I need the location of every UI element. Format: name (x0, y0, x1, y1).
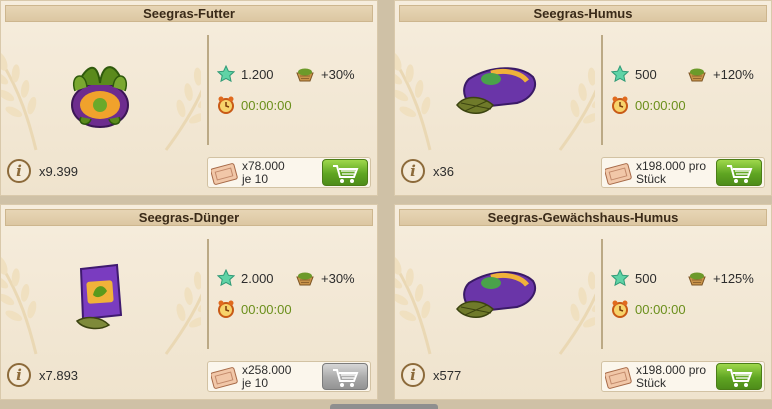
divider (601, 239, 603, 349)
timer-value: 00:00:00 (635, 97, 686, 113)
ticket-icon (211, 366, 239, 390)
basket-icon (688, 68, 706, 82)
card-title: Seegras-Dünger (5, 209, 373, 226)
product-card-seegras-duenger: Seegras-Dünger 2.000 +30% 00:00:00 i x7.… (0, 204, 378, 400)
bonus-value: +125% (713, 270, 754, 286)
star-cost-value: 500 (635, 270, 657, 286)
price-box: x198.000 pro Stück (601, 157, 765, 188)
info: i x577 (401, 363, 461, 387)
bottom-panel-edge (330, 404, 438, 409)
product-card-seegras-gewaechshaus-humus: Seegras-Gewächshaus-Humus 500 +125% 00:0… (394, 204, 772, 400)
basket-icon (296, 68, 314, 82)
timer: 00:00:00 (217, 96, 292, 114)
buy-button[interactable] (716, 363, 762, 390)
bonus: +120% (687, 65, 754, 83)
humus-sack-icon[interactable] (451, 65, 541, 121)
star-icon (217, 269, 235, 286)
card-title: Seegras-Humus (399, 5, 767, 22)
info-icon[interactable]: i (7, 363, 31, 387)
card-title: Seegras-Futter (5, 5, 373, 22)
ticket-icon (605, 366, 633, 390)
bonus: +125% (687, 269, 754, 287)
star-icon (611, 65, 629, 82)
seaweed-pot-icon[interactable] (67, 55, 133, 129)
ticket-icon (605, 162, 633, 186)
bonus: +30% (295, 65, 355, 83)
price-text: x198.000 pro Stück (636, 364, 706, 390)
price-box: x198.000 pro Stück (601, 361, 765, 392)
product-card-seegras-humus: Seegras-Humus 500 +120% 00:00:00 i x36 x… (394, 0, 772, 196)
product-card-seegras-futter: Seegras-Futter 1.200 +30% 00:00:00 i x9.… (0, 0, 378, 196)
alarm-clock-icon (217, 300, 235, 318)
price-unit: je 10 (242, 376, 269, 390)
timer-value: 00:00:00 (241, 97, 292, 113)
price-box: x78.000 je 10 (207, 157, 371, 188)
greenhouse-humus-sack-icon[interactable] (451, 269, 541, 325)
star-cost: 500 (611, 65, 657, 83)
info-icon[interactable]: i (401, 363, 425, 387)
bonus-value: +30% (321, 270, 355, 286)
price-unit: Stück (636, 376, 667, 390)
bonus: +30% (295, 269, 355, 287)
price-text: x258.000 je 10 (242, 364, 291, 390)
owned-count: x36 (433, 163, 454, 179)
info: i x7.893 (7, 363, 78, 387)
price-text: x78.000 je 10 (242, 160, 285, 186)
buy-button-disabled[interactable] (322, 363, 368, 390)
timer: 00:00:00 (611, 300, 686, 318)
info: i x9.399 (7, 159, 78, 183)
bonus-value: +120% (713, 66, 754, 82)
info: i x36 (401, 159, 454, 183)
price-unit: je 10 (242, 172, 269, 186)
cart-icon (332, 164, 358, 184)
timer: 00:00:00 (217, 300, 292, 318)
timer-value: 00:00:00 (635, 301, 686, 317)
cart-icon (726, 164, 752, 184)
star-cost-value: 500 (635, 66, 657, 82)
basket-icon (296, 272, 314, 286)
alarm-clock-icon (611, 96, 629, 114)
price-unit: Stück (636, 172, 667, 186)
bonus-value: +30% (321, 66, 355, 82)
info-icon[interactable]: i (7, 159, 31, 183)
star-cost: 1.200 (217, 65, 274, 83)
star-cost: 500 (611, 269, 657, 287)
star-cost-value: 1.200 (241, 66, 274, 82)
buy-button[interactable] (322, 159, 368, 186)
basket-icon (688, 272, 706, 286)
cart-icon (332, 368, 358, 388)
price-box: x258.000 je 10 (207, 361, 371, 392)
star-cost: 2.000 (217, 269, 274, 287)
divider (601, 35, 603, 145)
ticket-icon (211, 162, 239, 186)
owned-count: x9.399 (39, 163, 79, 179)
star-icon (611, 269, 629, 286)
card-title: Seegras-Gewächshaus-Humus (399, 209, 767, 226)
alarm-clock-icon (611, 300, 629, 318)
buy-button[interactable] (716, 159, 762, 186)
fertilizer-bag-icon[interactable] (73, 263, 129, 333)
timer: 00:00:00 (611, 96, 686, 114)
timer-value: 00:00:00 (241, 301, 292, 317)
info-icon[interactable]: i (401, 159, 425, 183)
divider (207, 35, 209, 145)
cart-icon (726, 368, 752, 388)
alarm-clock-icon (217, 96, 235, 114)
divider (207, 239, 209, 349)
owned-count: x577 (433, 367, 462, 383)
star-cost-value: 2.000 (241, 270, 274, 286)
price-text: x198.000 pro Stück (636, 160, 706, 186)
star-icon (217, 65, 235, 82)
owned-count: x7.893 (39, 367, 79, 383)
